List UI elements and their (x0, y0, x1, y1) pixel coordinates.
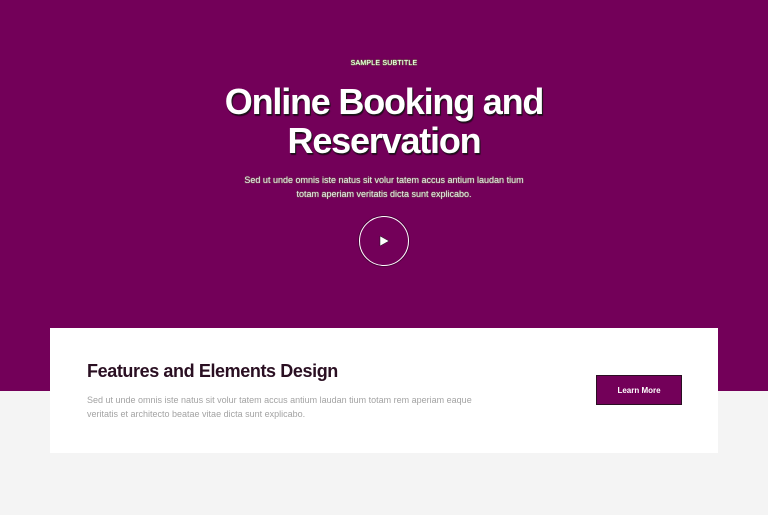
play-icon (379, 235, 390, 247)
features-card: Features and Elements Design Sed ut unde… (50, 328, 718, 453)
features-card-title: Features and Elements Design (87, 361, 338, 381)
hero-subtitle: SAMPLE SUBTITLE (350, 60, 418, 67)
play-video-button[interactable] (359, 216, 409, 266)
hero-title: Online Booking and Reservation (224, 81, 545, 161)
features-card-description: Sed ut unde omnis iste natus sit volur t… (87, 395, 472, 419)
page: SAMPLE SUBTITLE Online Booking and Reser… (0, 0, 768, 515)
learn-more-button[interactable]: Learn More (596, 375, 682, 405)
hero-description: Sed ut unde omnis iste natus sit volur t… (244, 175, 524, 199)
